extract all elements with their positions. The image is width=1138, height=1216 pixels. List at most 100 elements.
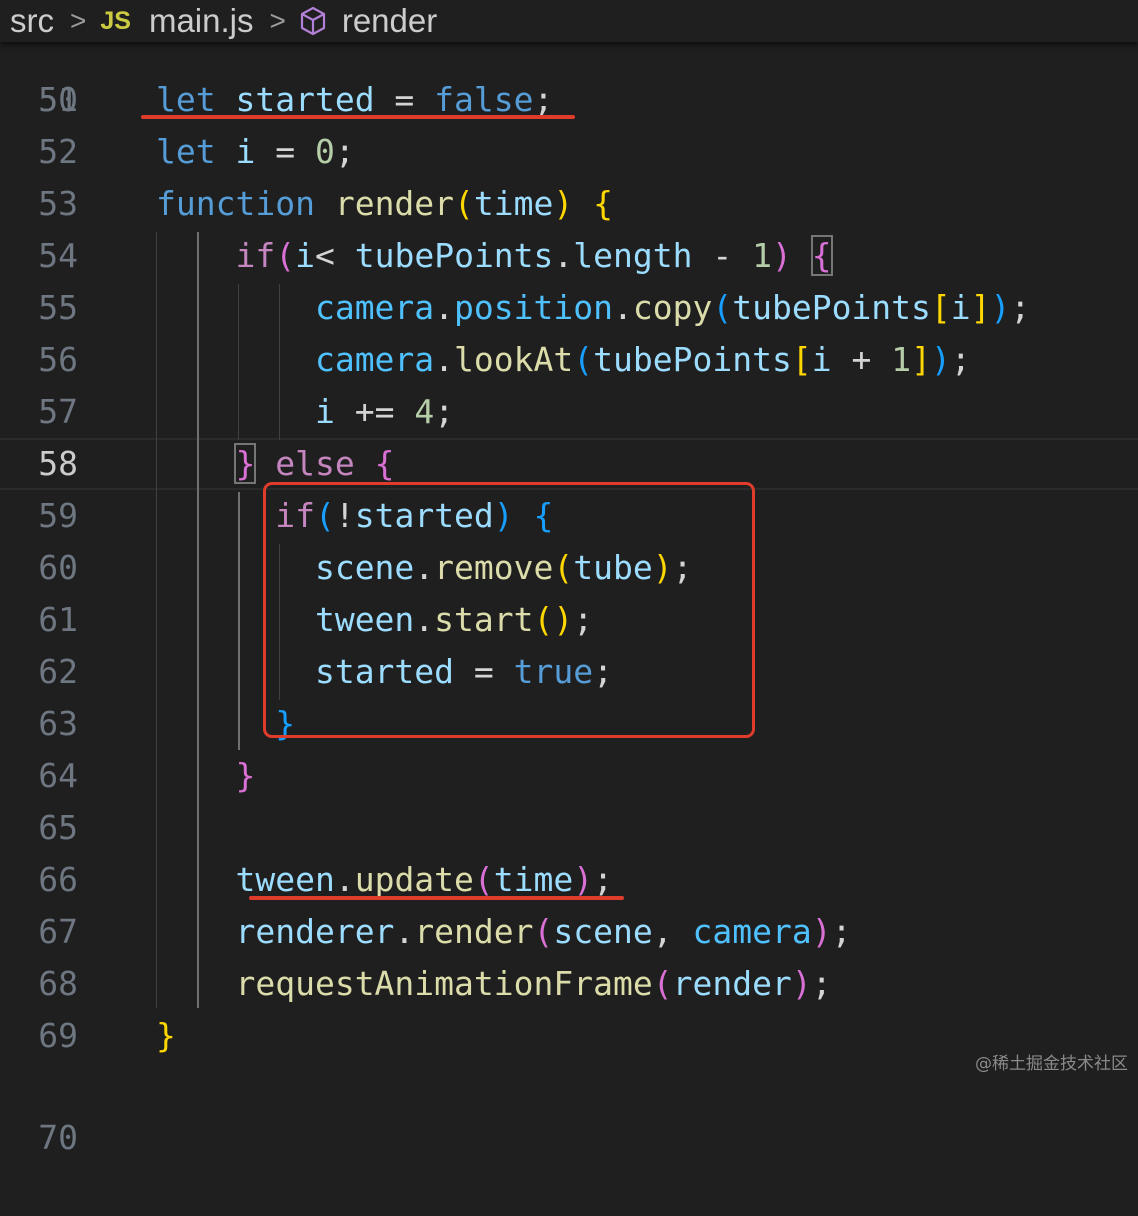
code-token: . [394, 912, 415, 951]
code-token: = [374, 80, 435, 119]
code-token: length [573, 236, 693, 275]
code-token: } [156, 1016, 176, 1055]
chevron-right-icon: > [70, 5, 87, 36]
code-token: } [235, 756, 256, 795]
code-token: i [314, 392, 335, 431]
line-code: } [156, 750, 255, 802]
code-token: ; [831, 912, 852, 951]
code-token: ; [334, 132, 355, 171]
code-token: ) [990, 288, 1011, 327]
code-token: ) [791, 964, 812, 1003]
code-line[interactable]: 55 camera.position.copy(tubePoints[i]); [0, 282, 1138, 334]
code-line[interactable]: 56 camera.lookAt(tubePoints[i + 1]); [0, 334, 1138, 386]
code-token: i [811, 340, 832, 379]
indent-guide-active [238, 492, 240, 750]
code-token: false [434, 80, 534, 119]
code-token: . [334, 860, 355, 899]
code-token: tween [235, 860, 335, 899]
code-token: ) [573, 860, 594, 899]
code-token: [ [791, 340, 812, 379]
code-token: position [454, 288, 613, 327]
code-line[interactable]: 69} [0, 1010, 1138, 1062]
code-token: function [156, 184, 315, 223]
code-token: ( [473, 860, 494, 899]
code-token: [ [930, 288, 951, 327]
code-token: render [414, 912, 534, 951]
code-token: ; [950, 340, 971, 379]
code-line[interactable]: 57 i += 4; [0, 386, 1138, 438]
line-number: 54 [38, 236, 78, 275]
code-token: tubePoints [354, 236, 554, 275]
code-line[interactable]: 68 requestAnimationFrame(render); [0, 958, 1138, 1010]
breadcrumb-item-src[interactable]: src [10, 0, 54, 42]
code-editor[interactable]: 50 51 let started = false; 52 let i = 0; 53 f… [0, 0, 1138, 1157]
annotation-underline-started [141, 115, 575, 119]
js-file-icon: JS [100, 6, 131, 35]
code-token: i [235, 132, 256, 171]
line-code: renderer.render(scene, camera); [156, 906, 851, 958]
code-line[interactable]: 53 function render(time) { [0, 178, 1138, 230]
line-number: 70 [38, 1118, 78, 1157]
line-code: function render(time) { [156, 178, 613, 230]
line-number: 67 [38, 912, 78, 951]
line-number: 55 [38, 288, 78, 327]
code-token: { [593, 184, 614, 223]
code-token: 1 [891, 340, 912, 379]
code-line[interactable]: 67 renderer.render(scene, camera); [0, 906, 1138, 958]
code-token: ; [1010, 288, 1031, 327]
code-token: } [234, 443, 257, 484]
line-number: 65 [38, 808, 78, 847]
code-token: ( [275, 236, 296, 275]
code-line[interactable]: 54 if(i< tubePoints.length - 1) { [0, 230, 1138, 282]
line-number: 60 [38, 548, 78, 587]
code-line[interactable]: 64 } [0, 750, 1138, 802]
line-number: 66 [38, 860, 78, 899]
indent-guide-active [197, 232, 199, 1008]
code-token: . [613, 288, 633, 327]
line-number: 59 [38, 496, 78, 535]
line-number: 68 [38, 964, 78, 1003]
code-token: let [156, 132, 216, 171]
code-token: ( [573, 340, 594, 379]
code-token: ) [772, 236, 792, 275]
code-token: { [374, 444, 395, 483]
code-token: render [672, 964, 792, 1003]
code-token: if [235, 236, 276, 275]
code-token: ; [533, 80, 554, 119]
breadcrumb-item-file[interactable]: JS main.js [100, 0, 253, 42]
code-token: i [950, 288, 971, 327]
symbol-method-icon [300, 6, 325, 36]
code-token: += [334, 392, 415, 431]
code-token: camera [692, 912, 812, 951]
code-token: update [354, 860, 474, 899]
code-token: camera [314, 340, 435, 379]
code-token: ( [712, 288, 733, 327]
line-number: 61 [38, 600, 78, 639]
line-code: requestAnimationFrame(render); [156, 958, 831, 1010]
code-line[interactable]: 52 let i = 0; [0, 126, 1138, 178]
line-number: 53 [38, 184, 78, 223]
breadcrumb-item-symbol[interactable]: render [300, 0, 437, 42]
code-token: = [255, 132, 315, 171]
indent-guide [279, 284, 280, 440]
code-token: else [275, 444, 355, 483]
code-token: time [493, 860, 574, 899]
code-token: ) [811, 912, 832, 951]
line-number: 64 [38, 756, 78, 795]
code-token: . [434, 340, 455, 379]
line-number: 62 [38, 652, 78, 691]
code-token: 0 [314, 132, 335, 171]
code-line[interactable]: 65 [0, 802, 1138, 854]
code-token: ) [930, 340, 951, 379]
